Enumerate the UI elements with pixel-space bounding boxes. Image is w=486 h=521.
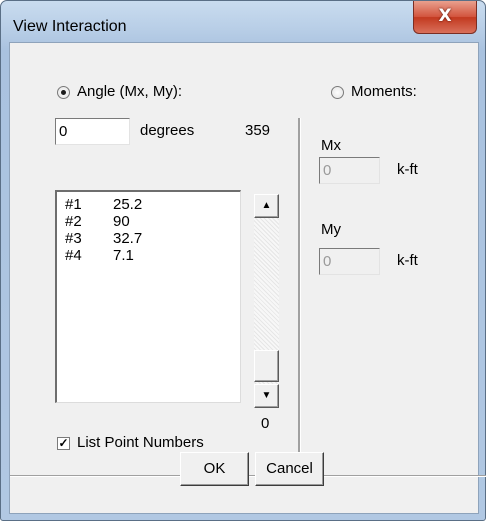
- angle-max-label: 359: [245, 122, 271, 139]
- angle-min-label: 0: [261, 415, 270, 432]
- point-value: 7.1: [113, 247, 134, 264]
- moments-radio[interactable]: [331, 86, 344, 99]
- point-value: 25.2: [113, 196, 143, 213]
- scroll-thumb[interactable]: [254, 350, 279, 382]
- my-unit: k-ft: [397, 252, 418, 269]
- arrow-up-icon: ▲: [261, 200, 272, 211]
- point-id: #4: [65, 247, 82, 264]
- dialog-window: View Interaction X Angle (Mx, My): degre…: [0, 0, 486, 521]
- my-label: My: [321, 221, 341, 238]
- degrees-input[interactable]: [56, 119, 129, 144]
- close-button[interactable]: X: [413, 1, 477, 34]
- degrees-input-box[interactable]: [55, 118, 130, 145]
- point-value: 32.7: [113, 230, 143, 247]
- mx-input-box: [319, 157, 380, 184]
- list-point-numbers-checkbox[interactable]: ✓: [57, 437, 70, 450]
- mx-unit: k-ft: [397, 161, 418, 178]
- cancel-button[interactable]: Cancel: [255, 452, 324, 486]
- points-list[interactable]: #1 25.2 #2 90 #3 32.7 #4 7.1: [55, 190, 241, 403]
- my-input-box: [319, 248, 380, 275]
- mx-label: Mx: [321, 137, 341, 154]
- ok-button[interactable]: OK: [180, 452, 249, 486]
- scroll-up-button[interactable]: ▲: [254, 194, 279, 218]
- angle-scrollbar[interactable]: ▲ ▼: [254, 194, 279, 408]
- checkmark-icon: ✓: [58, 436, 69, 450]
- point-value: 90: [113, 213, 130, 230]
- angle-radio-label[interactable]: Angle (Mx, My):: [77, 83, 182, 100]
- point-id: #1: [65, 196, 82, 213]
- moments-radio-label[interactable]: Moments:: [351, 83, 417, 100]
- point-id: #2: [65, 213, 82, 230]
- scroll-down-button[interactable]: ▼: [254, 384, 279, 408]
- degrees-label: degrees: [140, 122, 195, 139]
- point-id: #3: [65, 230, 82, 247]
- arrow-down-icon: ▼: [261, 390, 272, 401]
- vertical-divider: [298, 118, 300, 475]
- angle-radio[interactable]: [57, 86, 70, 99]
- close-icon: X: [438, 6, 452, 26]
- mx-input: [320, 158, 379, 183]
- dialog-client-area: Angle (Mx, My): degrees 359 #1 25.2 #2 9…: [9, 42, 486, 514]
- window-title: View Interaction: [13, 18, 127, 35]
- my-input: [320, 249, 379, 274]
- list-point-numbers-label[interactable]: List Point Numbers: [77, 434, 204, 451]
